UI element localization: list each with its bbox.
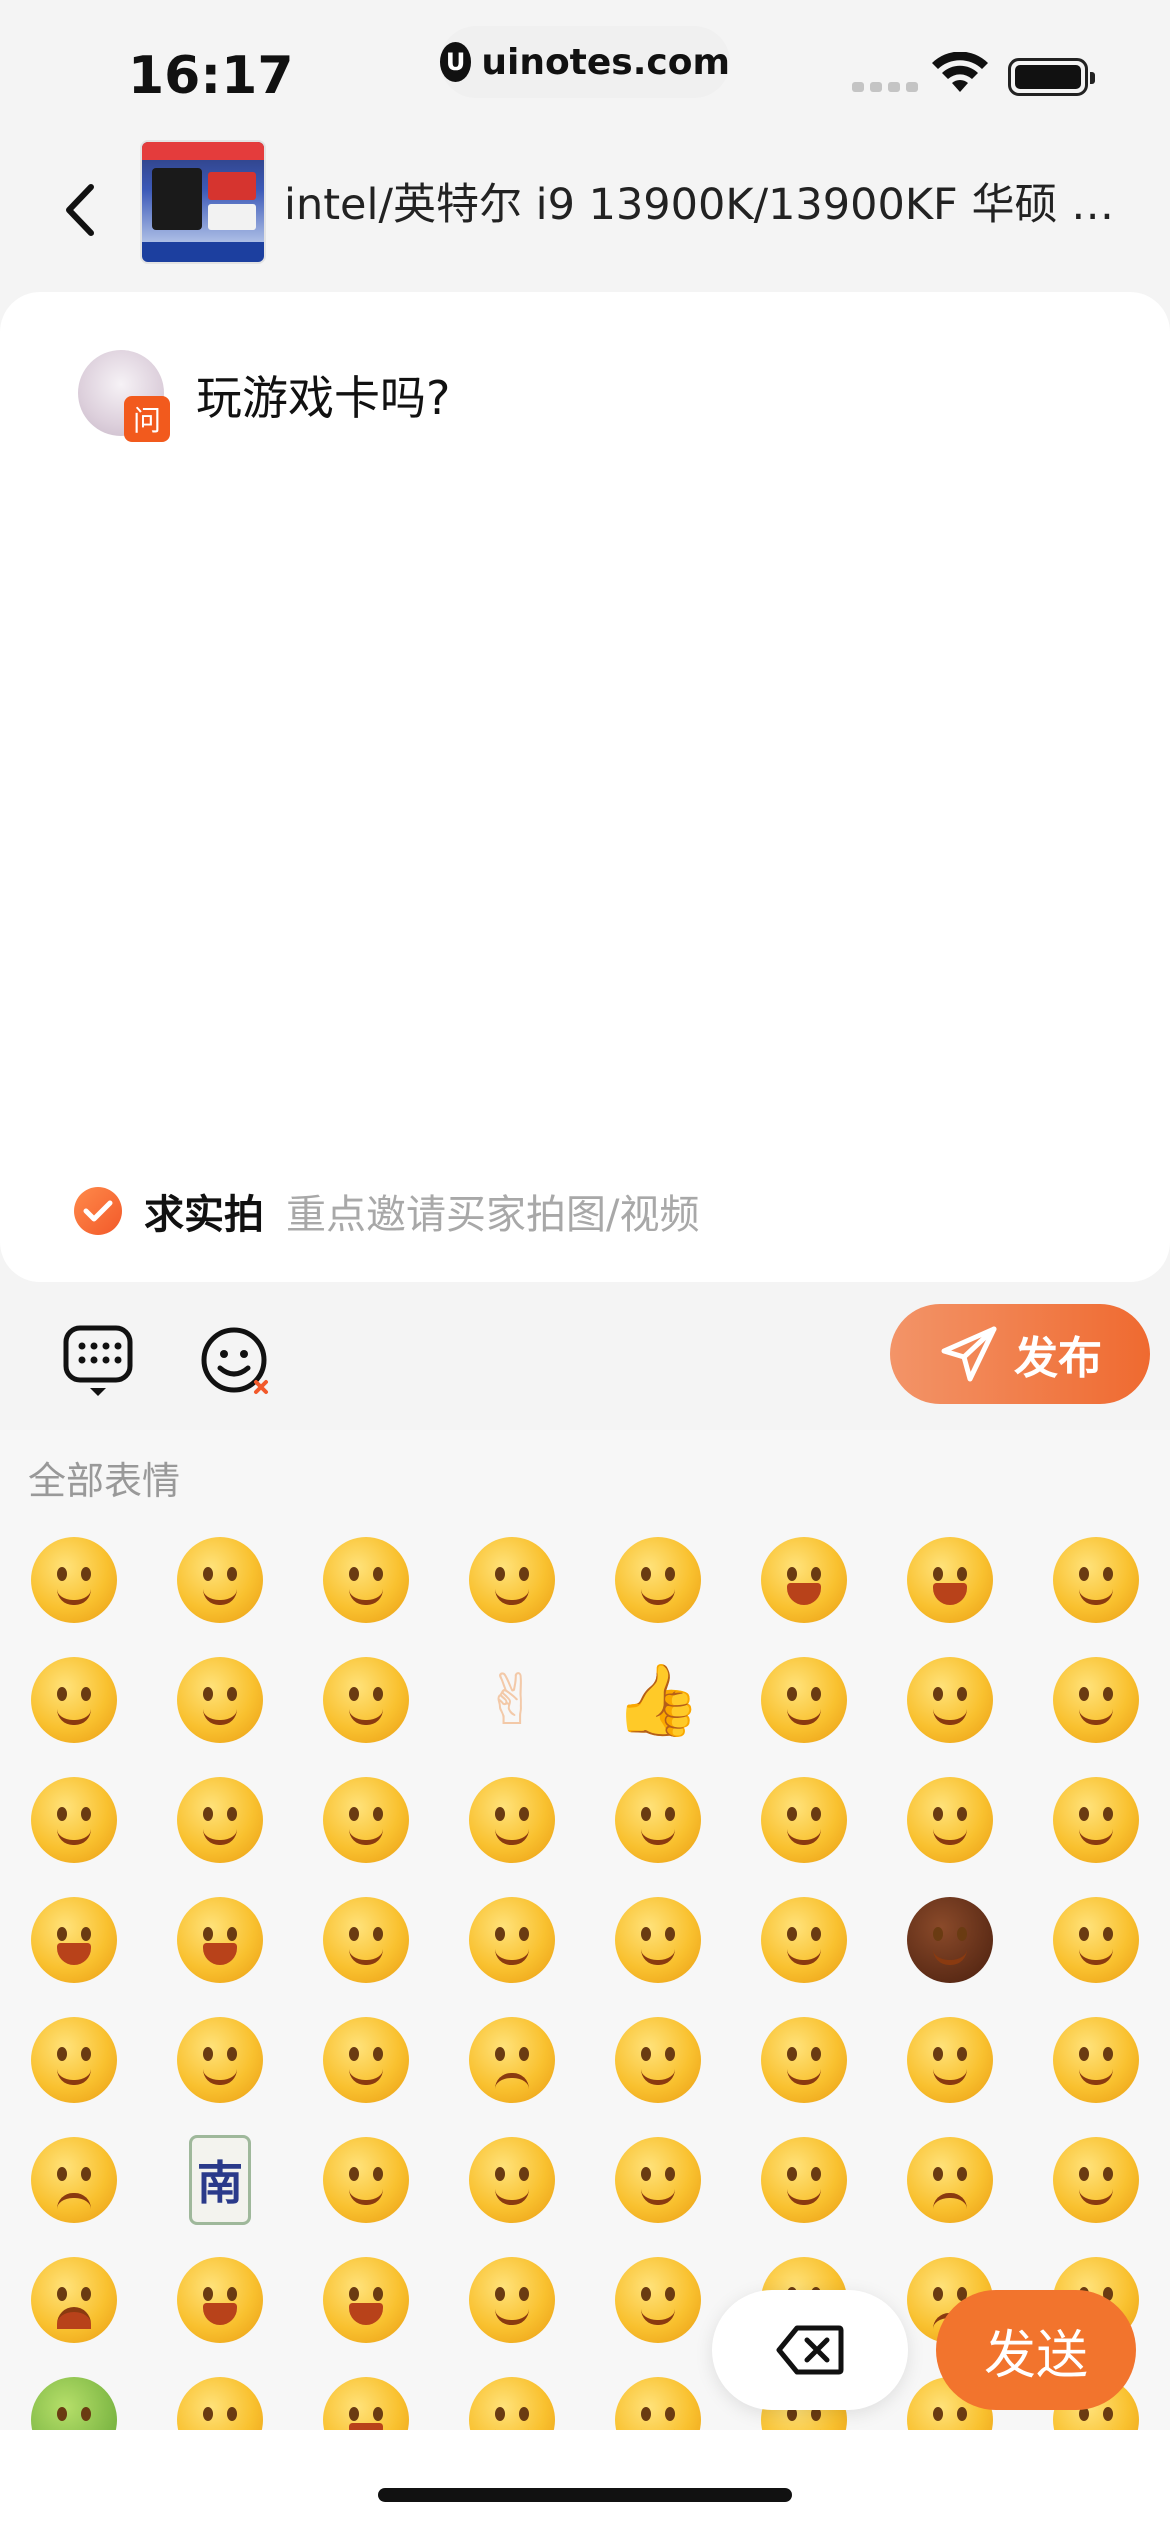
keyboard-button[interactable] bbox=[60, 1322, 142, 1402]
emoji-thinking[interactable] bbox=[1036, 1760, 1156, 1880]
emoji-party[interactable] bbox=[890, 1520, 1010, 1640]
emoji-laugh[interactable] bbox=[744, 1520, 864, 1640]
emoji-zzz[interactable] bbox=[598, 2120, 718, 2240]
emoji-thumbs-up[interactable]: 👍 bbox=[598, 1640, 718, 1760]
photo-request-hint: 重点邀请买家拍图/视频 bbox=[286, 1192, 700, 1238]
emoji-tongue-out[interactable] bbox=[306, 1520, 426, 1640]
send-button[interactable]: 发送 bbox=[936, 2290, 1136, 2410]
keyboard-icon bbox=[63, 1325, 133, 1396]
emoji-abacus[interactable] bbox=[306, 1760, 426, 1880]
emoji-panel: 全部表情 ✌ 👍 南 bbox=[0, 1430, 1170, 2430]
emoji-halo-stars[interactable] bbox=[890, 1760, 1010, 1880]
url-pill[interactable]: U uinotes.com bbox=[440, 26, 730, 98]
photo-request-toggle[interactable]: 求实拍 重点邀请买家拍图/视频 bbox=[74, 1182, 699, 1240]
site-logo-icon: U bbox=[440, 42, 472, 82]
emoji-icon bbox=[201, 1327, 268, 1394]
emoji-pensive[interactable] bbox=[452, 2120, 572, 2240]
emoji-stare[interactable] bbox=[452, 1880, 572, 2000]
back-button[interactable] bbox=[50, 170, 110, 250]
emoji-surprised[interactable] bbox=[1036, 2120, 1156, 2240]
home-indicator bbox=[378, 2488, 792, 2502]
battery-icon bbox=[1008, 58, 1095, 96]
emoji-grin[interactable] bbox=[14, 1880, 134, 2000]
product-title[interactable]: intel/英特尔 i9 13900K/13900KF 华硕 Z... bbox=[284, 170, 1124, 232]
toolbar: 发布 bbox=[0, 1282, 1170, 1430]
emoji-crying[interactable] bbox=[14, 2240, 134, 2360]
emoji-sweat-smile[interactable] bbox=[1036, 2000, 1156, 2120]
emoji-pleading[interactable] bbox=[452, 2000, 572, 2120]
emoji-content[interactable] bbox=[160, 1520, 280, 1640]
home-area bbox=[0, 2430, 1170, 2532]
signal-icon bbox=[852, 82, 918, 92]
emoji-surrender[interactable] bbox=[452, 2240, 572, 2360]
emoji-peek[interactable] bbox=[598, 1880, 718, 2000]
emoji-gasp[interactable] bbox=[306, 2360, 426, 2430]
emoji-dizzy[interactable] bbox=[744, 2120, 864, 2240]
emoji-victory-hand[interactable]: ✌ bbox=[452, 1640, 572, 1760]
send-label: 发送 bbox=[983, 2325, 1088, 2386]
emoji-awkward[interactable] bbox=[1036, 1880, 1156, 2000]
emoji-wide-eyes[interactable] bbox=[598, 2360, 718, 2430]
emoji-bored-sweat[interactable] bbox=[306, 2120, 426, 2240]
backspace-button[interactable] bbox=[712, 2290, 908, 2410]
emoji-beam[interactable] bbox=[160, 1880, 280, 2000]
emoji-blush-heart[interactable] bbox=[1036, 1520, 1156, 1640]
emoji-sobbing[interactable] bbox=[160, 2240, 280, 2360]
question-card: 问 玩游戏卡吗? 求实拍 重点邀请买家拍图/视频 bbox=[0, 292, 1170, 1282]
emoji-unamused[interactable] bbox=[14, 2000, 134, 2120]
check-icon[interactable] bbox=[74, 1187, 122, 1235]
emoji-hug[interactable] bbox=[160, 1640, 280, 1760]
emoji-cover-mouth[interactable] bbox=[452, 1520, 572, 1640]
wifi-icon bbox=[932, 52, 988, 92]
publish-button[interactable]: 发布 bbox=[890, 1304, 1150, 1404]
emoji-devil[interactable] bbox=[890, 1880, 1010, 2000]
emoji-monocle[interactable] bbox=[14, 1760, 134, 1880]
publish-label: 发布 bbox=[1014, 1333, 1102, 1384]
emoji-heart-eyes[interactable] bbox=[890, 1640, 1010, 1760]
question-text[interactable]: 玩游戏卡吗? bbox=[196, 362, 450, 428]
emoji-sick[interactable] bbox=[14, 2360, 134, 2430]
url-text: uinotes.com bbox=[481, 41, 730, 83]
emoji-relieved[interactable] bbox=[14, 1640, 134, 1760]
emoji-kiss[interactable] bbox=[744, 1640, 864, 1760]
emoji-panel-title: 全部表情 bbox=[28, 1459, 181, 1503]
status-time: 16:17 bbox=[128, 46, 294, 106]
emoji-shocked[interactable] bbox=[306, 2000, 426, 2120]
emoji-smile[interactable] bbox=[14, 1520, 134, 1640]
emoji-bawling[interactable] bbox=[306, 2240, 426, 2360]
status-bar: 16:17 U uinotes.com bbox=[0, 0, 1170, 140]
photo-request-label: 求实拍 bbox=[144, 1192, 264, 1238]
emoji-slap-head[interactable] bbox=[598, 2240, 718, 2360]
ask-badge: 问 bbox=[124, 396, 170, 442]
emoji-mahjong-nan[interactable]: 南 bbox=[160, 2120, 280, 2240]
emoji-worried[interactable] bbox=[890, 2120, 1010, 2240]
emoji-smirk[interactable] bbox=[1036, 1640, 1156, 1760]
emoji-side-eye[interactable] bbox=[306, 1880, 426, 2000]
emoji-salute[interactable] bbox=[744, 1880, 864, 2000]
emoji-fearful[interactable] bbox=[14, 2120, 134, 2240]
emoji-mask[interactable] bbox=[744, 2000, 864, 2120]
chevron-left-icon bbox=[66, 184, 94, 236]
emoji-sigh[interactable] bbox=[160, 2360, 280, 2430]
product-thumbnail[interactable] bbox=[140, 140, 266, 264]
send-plane-icon bbox=[941, 1326, 997, 1382]
backspace-icon bbox=[776, 2325, 844, 2375]
emoji-rofl[interactable] bbox=[598, 1520, 718, 1640]
emoji-zany[interactable] bbox=[744, 1760, 864, 1880]
emoji-sleepy-question[interactable] bbox=[160, 2000, 280, 2120]
emoji-facepalm[interactable] bbox=[598, 2000, 718, 2120]
header: intel/英特尔 i9 13900K/13900KF 华硕 Z... bbox=[0, 140, 1170, 290]
emoji-nervous[interactable] bbox=[452, 2360, 572, 2430]
emoji-grimace[interactable] bbox=[890, 2000, 1010, 2120]
emoji-megaphone-laugh[interactable] bbox=[160, 1760, 280, 1880]
emoji-headband-grin[interactable] bbox=[306, 1640, 426, 1760]
emoji-toggle-button[interactable] bbox=[196, 1322, 278, 1402]
emoji-money-eyes[interactable] bbox=[452, 1760, 572, 1880]
emoji-cheer[interactable] bbox=[598, 1760, 718, 1880]
